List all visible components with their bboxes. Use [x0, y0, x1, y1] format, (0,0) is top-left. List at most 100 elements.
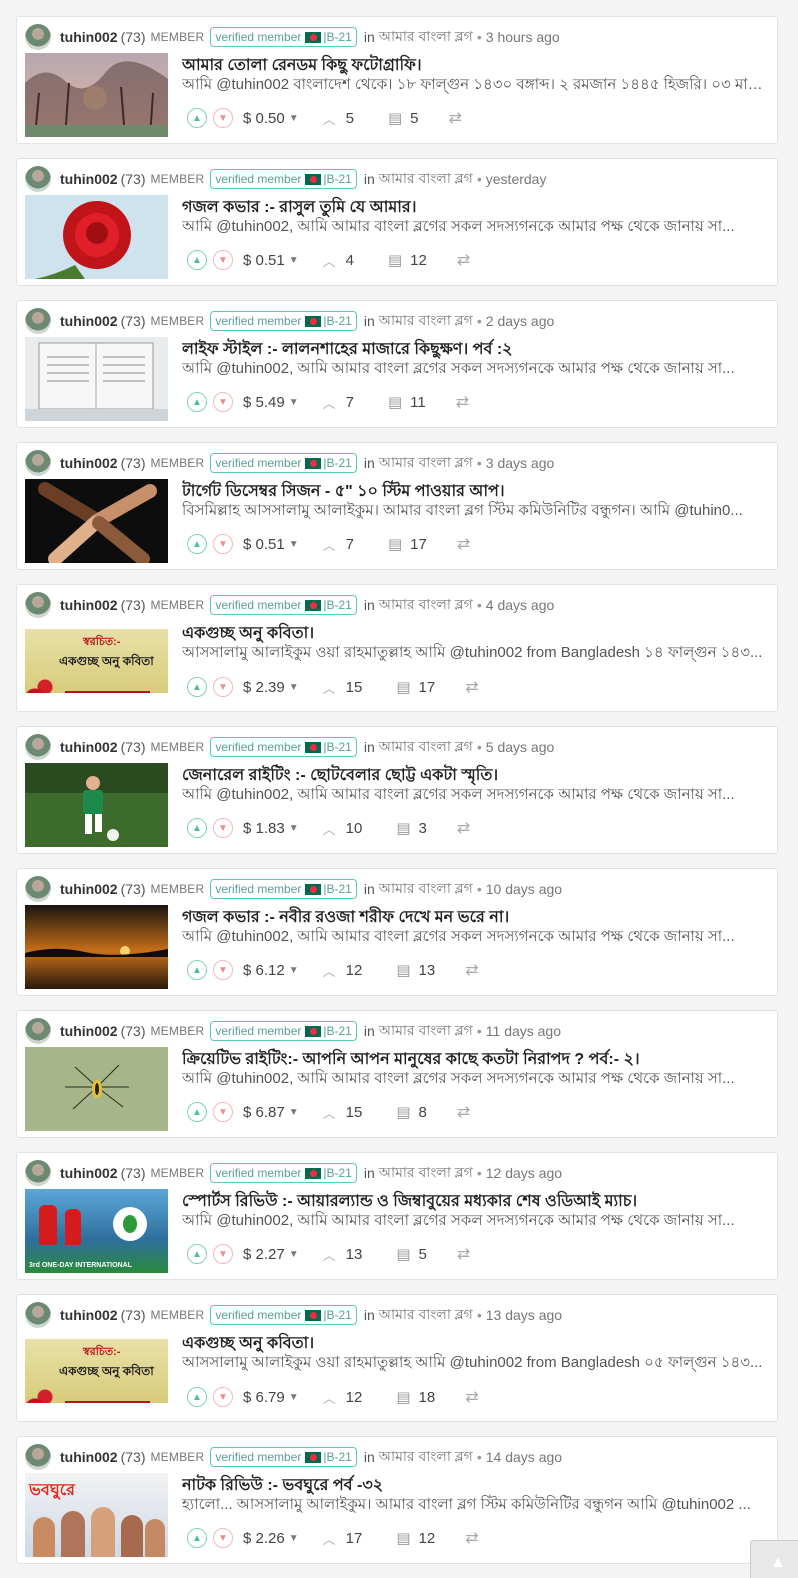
- payout-dropdown[interactable]: $ 6.79 ▼: [243, 1389, 299, 1406]
- avatar[interactable]: [25, 1302, 51, 1328]
- author-link[interactable]: tuhin002: [60, 455, 118, 471]
- post-excerpt[interactable]: আসসালামু আলাইকুম ওয়া রাহমাতুল্লাহ আমি @…: [182, 1351, 767, 1376]
- replies-count[interactable]: ▤ 5: [396, 1245, 427, 1264]
- voters-count[interactable]: ︿ 17: [323, 1529, 363, 1548]
- post-timestamp[interactable]: 3 hours ago: [486, 29, 560, 45]
- author-link[interactable]: tuhin002: [60, 1023, 118, 1039]
- replies-count[interactable]: ▤ 17: [388, 535, 427, 554]
- community-link[interactable]: আমার বাংলা ব্লগ: [379, 1019, 473, 1043]
- post-thumbnail[interactable]: [25, 479, 168, 563]
- reblog-icon[interactable]: ⇄: [457, 250, 470, 270]
- replies-count[interactable]: ▤ 18: [396, 1388, 435, 1407]
- community-link[interactable]: আমার বাংলা ব্লগ: [379, 1161, 473, 1185]
- avatar[interactable]: [25, 166, 51, 192]
- post-timestamp[interactable]: 11 days ago: [486, 1023, 561, 1039]
- downvote-button[interactable]: ▼: [213, 250, 233, 270]
- post-card[interactable]: tuhin002 (73) MEMBER verified member |B-21 in…: [16, 300, 778, 428]
- reblog-icon[interactable]: ⇄: [457, 1244, 470, 1264]
- downvote-button[interactable]: ▼: [213, 534, 233, 554]
- avatar[interactable]: [25, 450, 51, 476]
- post-excerpt[interactable]: আমি @tuhin002, আমি আমার বাংলা ব্লগের সকল…: [182, 1067, 767, 1092]
- post-excerpt[interactable]: আমি @tuhin002, আমি আমার বাংলা ব্লগের সকল…: [182, 357, 767, 382]
- voters-count[interactable]: ︿ 15: [323, 678, 363, 697]
- author-link[interactable]: tuhin002: [60, 739, 118, 755]
- voters-count[interactable]: ︿ 10: [323, 819, 363, 838]
- post-excerpt[interactable]: বিসমিল্লাহ আসসালামু আলাইকুম। আমার বাংলা …: [182, 499, 767, 524]
- voters-count[interactable]: ︿ 15: [323, 1103, 363, 1122]
- payout-dropdown[interactable]: $ 2.27 ▼: [243, 1246, 299, 1263]
- post-excerpt[interactable]: আমি @tuhin002, আমি আমার বাংলা ব্লগের সকল…: [182, 783, 767, 808]
- replies-count[interactable]: ▤ 12: [396, 1529, 435, 1548]
- upvote-button[interactable]: ▲: [187, 534, 207, 554]
- upvote-button[interactable]: ▲: [187, 1244, 207, 1264]
- post-timestamp[interactable]: 10 days ago: [486, 881, 562, 897]
- community-link[interactable]: আমার বাংলা ব্লগ: [379, 1303, 473, 1327]
- reblog-icon[interactable]: ⇄: [457, 818, 470, 838]
- author-link[interactable]: tuhin002: [60, 171, 118, 187]
- post-card[interactable]: tuhin002 (73) MEMBER verified member |B-21 in…: [16, 1294, 778, 1422]
- avatar[interactable]: [25, 24, 51, 50]
- community-link[interactable]: আমার বাংলা ব্লগ: [379, 735, 473, 759]
- reblog-icon[interactable]: ⇄: [465, 1387, 478, 1407]
- voters-count[interactable]: ︿ 7: [323, 393, 354, 412]
- post-excerpt[interactable]: আমি @tuhin002 বাংলাদেশ থেকে। ১৮ ফাল্গুন …: [182, 73, 767, 98]
- payout-dropdown[interactable]: $ 6.12 ▼: [243, 962, 299, 979]
- downvote-button[interactable]: ▼: [213, 1387, 233, 1407]
- post-card[interactable]: tuhin002 (73) MEMBER verified member |B-21 in…: [16, 868, 778, 996]
- post-thumbnail[interactable]: [25, 1047, 168, 1131]
- post-timestamp[interactable]: 4 days ago: [486, 597, 555, 613]
- post-thumbnail[interactable]: ভবঘুরে: [25, 1473, 168, 1557]
- author-link[interactable]: tuhin002: [60, 597, 118, 613]
- replies-count[interactable]: ▤ 17: [396, 678, 435, 697]
- community-link[interactable]: আমার বাংলা ব্লগ: [379, 25, 473, 49]
- community-link[interactable]: আমার বাংলা ব্লগ: [379, 877, 473, 901]
- scroll-to-top-button[interactable]: ▲: [750, 1540, 798, 1578]
- replies-count[interactable]: ▤ 11: [388, 393, 426, 412]
- downvote-button[interactable]: ▼: [213, 818, 233, 838]
- post-timestamp[interactable]: 3 days ago: [486, 455, 555, 471]
- post-timestamp[interactable]: yesterday: [486, 171, 547, 187]
- voters-count[interactable]: ︿ 12: [323, 961, 363, 980]
- voters-count[interactable]: ︿ 5: [323, 109, 354, 128]
- replies-count[interactable]: ▤ 12: [388, 251, 427, 270]
- upvote-button[interactable]: ▲: [187, 960, 207, 980]
- upvote-button[interactable]: ▲: [187, 1387, 207, 1407]
- post-timestamp[interactable]: 13 days ago: [486, 1307, 562, 1323]
- post-excerpt[interactable]: আমি @tuhin002, আমি আমার বাংলা ব্লগের সকল…: [182, 925, 767, 950]
- post-excerpt[interactable]: হ্যালো... আসসালামু আলাইকুম। আমার বাংলা ব…: [182, 1493, 767, 1518]
- post-timestamp[interactable]: 5 days ago: [486, 739, 555, 755]
- reblog-icon[interactable]: ⇄: [465, 1528, 478, 1548]
- upvote-button[interactable]: ▲: [187, 250, 207, 270]
- avatar[interactable]: [25, 734, 51, 760]
- avatar[interactable]: [25, 1018, 51, 1044]
- voters-count[interactable]: ︿ 13: [323, 1245, 363, 1264]
- post-excerpt[interactable]: আসসালামু আলাইকুম ওয়া রাহমাতুল্লাহ আমি @…: [182, 641, 767, 666]
- post-timestamp[interactable]: 14 days ago: [486, 1449, 562, 1465]
- post-card[interactable]: tuhin002 (73) MEMBER verified member |B-21 in…: [16, 1152, 778, 1280]
- avatar[interactable]: [25, 592, 51, 618]
- author-link[interactable]: tuhin002: [60, 313, 118, 329]
- author-link[interactable]: tuhin002: [60, 1307, 118, 1323]
- post-excerpt[interactable]: আমি @tuhin002, আমি আমার বাংলা ব্লগের সকল…: [182, 1209, 767, 1234]
- post-card[interactable]: tuhin002 (73) MEMBER verified member |B-21 in…: [16, 726, 778, 854]
- payout-dropdown[interactable]: $ 0.50 ▼: [243, 110, 299, 127]
- payout-dropdown[interactable]: $ 2.39 ▼: [243, 679, 299, 696]
- replies-count[interactable]: ▤ 8: [396, 1103, 427, 1122]
- avatar[interactable]: [25, 876, 51, 902]
- upvote-button[interactable]: ▲: [187, 392, 207, 412]
- post-card[interactable]: tuhin002 (73) MEMBER verified member |B-21 in…: [16, 1436, 778, 1564]
- post-thumbnail[interactable]: স্বরচিত:- একগুচ্ছ অনু কবিতা কভার:-@tuhin00…: [25, 1339, 168, 1403]
- payout-dropdown[interactable]: $ 1.83 ▼: [243, 820, 299, 837]
- author-link[interactable]: tuhin002: [60, 1165, 118, 1181]
- downvote-button[interactable]: ▼: [213, 108, 233, 128]
- downvote-button[interactable]: ▼: [213, 1244, 233, 1264]
- upvote-button[interactable]: ▲: [187, 108, 207, 128]
- post-thumbnail[interactable]: 3rd ONE-DAY INTERNATIONAL: [25, 1189, 168, 1273]
- upvote-button[interactable]: ▲: [187, 1528, 207, 1548]
- replies-count[interactable]: ▤ 13: [396, 961, 435, 980]
- post-excerpt[interactable]: আমি @tuhin002, আমি আমার বাংলা ব্লগের সকল…: [182, 215, 767, 240]
- downvote-button[interactable]: ▼: [213, 960, 233, 980]
- voters-count[interactable]: ︿ 4: [323, 251, 354, 270]
- post-thumbnail[interactable]: [25, 905, 168, 989]
- author-link[interactable]: tuhin002: [60, 1449, 118, 1465]
